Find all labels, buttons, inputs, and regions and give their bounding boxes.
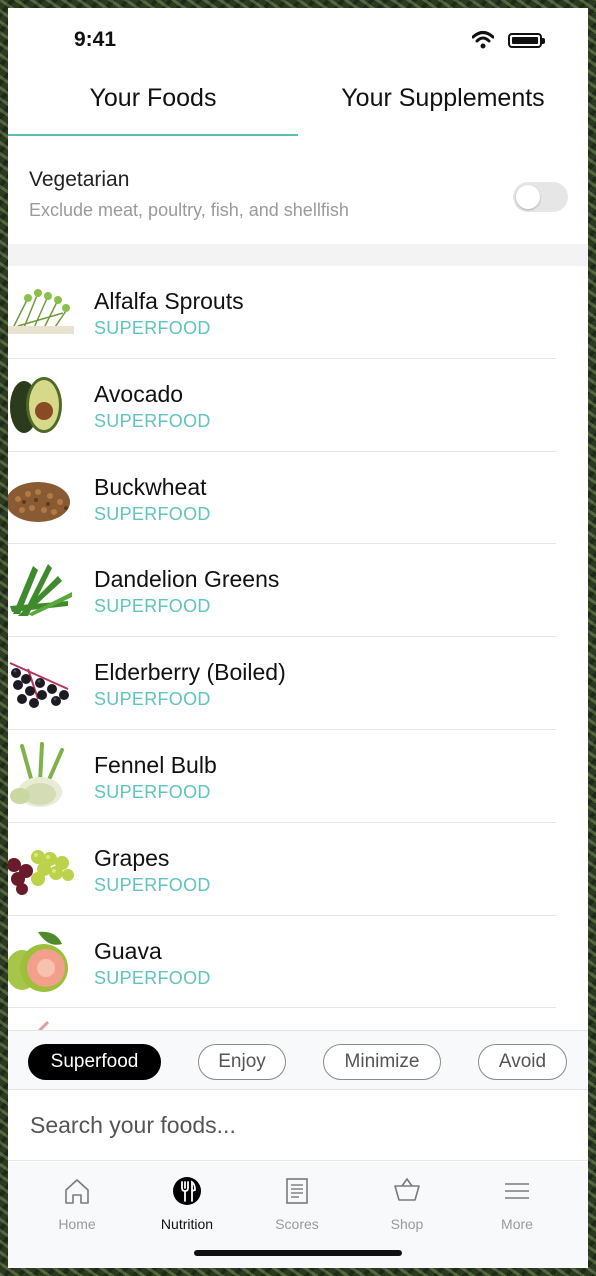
food-name: Buckwheat — [94, 473, 207, 500]
nav-label: Home — [58, 1216, 96, 1232]
vegetarian-setting: Vegetarian Exclude meat, poultry, fish, … — [8, 136, 588, 244]
vegetarian-toggle[interactable] — [513, 182, 568, 212]
phone-screen: 9:41 Your Foods Your Supplements Vegetar… — [8, 8, 588, 1268]
elderberry-image — [9, 662, 69, 709]
dandelion-greens-image — [10, 564, 72, 617]
home-icon — [65, 1179, 89, 1204]
battery-icon — [508, 33, 545, 48]
food-list: Alfalfa Sprouts SUPERFOOD Avocado SUPERF… — [8, 266, 588, 1030]
guava-image — [8, 931, 68, 992]
nav-label: More — [501, 1216, 533, 1232]
tab-your-supplements[interactable]: Your Supplements — [298, 70, 588, 136]
section-divider — [8, 244, 588, 266]
filter-chip-avoid[interactable]: Avoid — [478, 1044, 567, 1080]
nav-more[interactable]: More — [462, 1176, 572, 1232]
food-category: SUPERFOOD — [94, 967, 211, 988]
food-name: Avocado — [94, 380, 184, 407]
food-name: Fennel Bulb — [94, 751, 217, 778]
grapes-image — [8, 849, 74, 895]
buckwheat-image — [8, 481, 70, 522]
list-item[interactable]: Buckwheat SUPERFOOD — [8, 452, 588, 545]
nav-label: Nutrition — [160, 1216, 214, 1232]
food-name: Grapes — [94, 844, 170, 871]
food-name: Dandelion Greens — [94, 566, 280, 593]
vegetarian-title: Vegetarian — [29, 168, 130, 191]
toggle-knob — [516, 185, 540, 209]
list-item[interactable]: Dandelion Greens SUPERFOOD — [8, 544, 588, 638]
nav-home[interactable]: Home — [22, 1176, 132, 1232]
filter-chip-minimize[interactable]: Minimize — [323, 1044, 441, 1080]
search-bar — [8, 1091, 588, 1161]
vegetarian-subtitle: Exclude meat, poultry, fish, and shellfi… — [29, 200, 349, 220]
food-category: SUPERFOOD — [94, 689, 211, 710]
search-input[interactable] — [30, 1107, 550, 1143]
food-category: SUPERFOOD — [94, 596, 211, 617]
category-filter-bar: Superfood Enjoy Minimize Avoid — [8, 1030, 588, 1090]
food-category: SUPERFOOD — [94, 318, 211, 338]
list-item[interactable]: Guava SUPERFOOD — [8, 916, 588, 1009]
segment-tabs: Your Foods Your Supplements — [8, 70, 588, 136]
tab-your-foods[interactable]: Your Foods — [8, 70, 298, 136]
food-name: Guava — [94, 937, 162, 964]
next-food-image — [38, 1021, 50, 1030]
list-item[interactable]: Alfalfa Sprouts SUPERFOOD — [8, 266, 588, 359]
food-category: SUPERFOOD — [94, 503, 211, 524]
fork-icon — [173, 1177, 201, 1205]
food-name: Alfalfa Sprouts — [94, 288, 244, 314]
food-name: Elderberry (Boiled) — [94, 659, 286, 686]
list-item[interactable]: Avocado SUPERFOOD — [8, 359, 588, 452]
food-category: SUPERFOOD — [94, 874, 211, 895]
nav-nutrition[interactable]: Nutrition — [132, 1176, 242, 1232]
fennel-bulb-image — [10, 741, 64, 807]
nav-label: Scores — [275, 1216, 319, 1232]
basket-icon — [394, 1177, 420, 1201]
document-icon — [286, 1178, 308, 1204]
status-time: 9:41 — [74, 28, 117, 51]
wifi-icon — [472, 31, 494, 49]
status-bar: 9:41 — [8, 8, 588, 68]
food-category: SUPERFOOD — [94, 410, 211, 431]
list-item[interactable]: Grapes SUPERFOOD — [8, 823, 588, 916]
food-category: SUPERFOOD — [94, 781, 211, 802]
nav-label: Shop — [390, 1216, 424, 1232]
home-indicator — [194, 1250, 402, 1256]
list-item[interactable]: Elderberry (Boiled) SUPERFOOD — [8, 637, 588, 730]
list-item[interactable] — [8, 1008, 588, 1030]
alfalfa-sprouts-image — [8, 289, 74, 334]
menu-icon — [505, 1183, 529, 1199]
nav-scores[interactable]: Scores — [242, 1176, 352, 1232]
avocado-image — [10, 376, 62, 433]
list-item[interactable]: Fennel Bulb SUPERFOOD — [8, 730, 588, 823]
filter-chip-superfood[interactable]: Superfood — [28, 1044, 161, 1080]
nav-shop[interactable]: Shop — [352, 1176, 462, 1232]
filter-chip-enjoy[interactable]: Enjoy — [198, 1044, 286, 1080]
